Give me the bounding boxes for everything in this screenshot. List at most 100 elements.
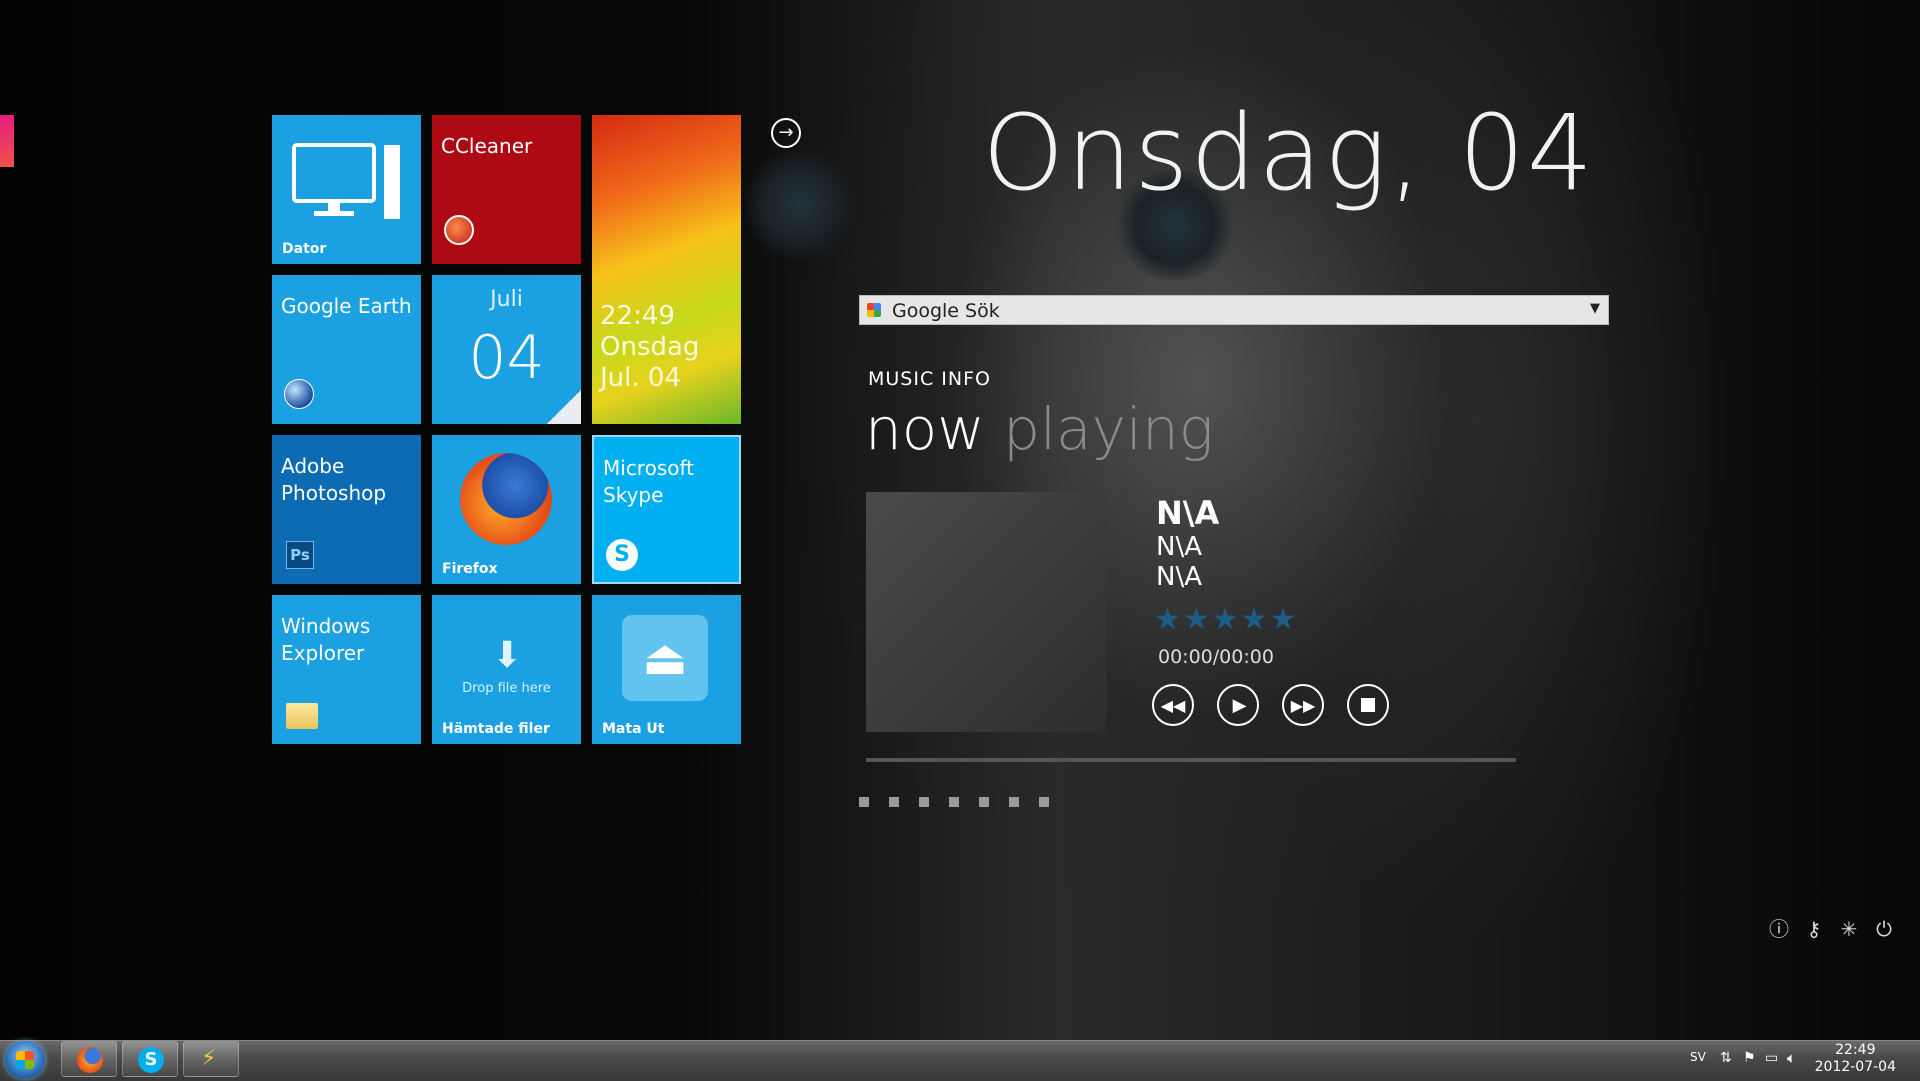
clock-tile-date: Jul. 04 xyxy=(600,363,681,393)
computer-icon xyxy=(292,143,400,219)
language-indicator[interactable]: SV xyxy=(1690,1050,1706,1064)
tile-title-line2: Skype xyxy=(603,483,664,507)
ccleaner-icon xyxy=(444,215,474,245)
calendar-month: Juli xyxy=(490,287,523,312)
lightning-icon: ⚡ xyxy=(201,1046,217,1071)
page-dot[interactable] xyxy=(889,797,899,807)
tile-calendar[interactable]: Juli 04 xyxy=(432,275,581,424)
display-icon[interactable]: ▭ xyxy=(1765,1050,1778,1066)
tile-windows-explorer[interactable]: Windows Explorer xyxy=(272,595,421,744)
track-album: N\A xyxy=(1156,562,1202,592)
tile-title-line2: Explorer xyxy=(281,641,365,665)
firefox-icon xyxy=(77,1047,103,1073)
tile-title: Microsoft Skype xyxy=(603,455,694,509)
taskbar-clock[interactable]: 22:49 2012-07-04 xyxy=(1815,1042,1896,1076)
info-icon[interactable]: ⓘ xyxy=(1768,918,1790,940)
google-search-bar[interactable]: Google Sök ▼ xyxy=(859,295,1609,325)
tile-title: Adobe Photoshop xyxy=(281,453,386,507)
settings-icon[interactable]: ✳ xyxy=(1838,918,1860,940)
play-icon: ▶ xyxy=(1232,694,1247,716)
track-title: N\A xyxy=(1156,494,1220,532)
search-label: Google Sök xyxy=(892,300,1000,322)
page-dot[interactable] xyxy=(859,797,869,807)
date-header: Onsdag, 04 xyxy=(982,92,1595,214)
skype-icon: S xyxy=(138,1047,164,1073)
tile-skype[interactable]: Microsoft Skype S xyxy=(592,435,741,584)
tile-google-earth[interactable]: Google Earth xyxy=(272,275,421,424)
key-icon[interactable]: ⚷ xyxy=(1803,918,1825,940)
music-info-label: MUSIC INFO xyxy=(868,368,991,390)
track-artist: N\A xyxy=(1156,532,1202,562)
stop-button[interactable] xyxy=(1347,684,1389,726)
page-indicator xyxy=(859,792,1069,811)
skype-icon: S xyxy=(606,539,638,571)
playing-word: playing xyxy=(1003,395,1214,463)
windows-logo-icon xyxy=(16,1051,34,1069)
page-dot[interactable] xyxy=(979,797,989,807)
page-dot[interactable] xyxy=(949,797,959,807)
arrow-right-icon: → xyxy=(778,122,794,143)
tile-eject[interactable]: ⏏ Mata Ut xyxy=(592,595,741,744)
clock-date: 2012-07-04 xyxy=(1814,1059,1896,1075)
tile-title-line1: Windows xyxy=(281,614,371,638)
flag-icon[interactable]: ⚑ xyxy=(1743,1050,1756,1066)
calendar-day: 04 xyxy=(468,323,545,393)
rating-stars[interactable]: ★★★★★ xyxy=(1154,602,1298,637)
download-arrow-icon: ⬇ xyxy=(492,635,523,676)
start-button[interactable] xyxy=(5,1041,45,1079)
rewind-button[interactable]: ◀◀ xyxy=(1152,684,1194,726)
tile-title-line2: Photoshop xyxy=(281,481,387,505)
stop-icon xyxy=(1361,698,1375,712)
google-earth-icon xyxy=(284,379,314,409)
taskbar-skype[interactable]: S xyxy=(122,1041,178,1077)
clock-time: 22:49 xyxy=(1835,1042,1876,1058)
play-button[interactable]: ▶ xyxy=(1217,684,1259,726)
wallpaper-eye-left xyxy=(740,150,860,260)
rewind-icon: ◀◀ xyxy=(1160,695,1186,715)
tile-title-line1: Adobe xyxy=(281,454,345,478)
volume-icon[interactable]: 🔈︎ xyxy=(1787,1049,1796,1067)
photoshop-icon: Ps xyxy=(286,541,314,569)
taskbar xyxy=(0,1040,1920,1081)
dropdown-arrow-icon[interactable]: ▼ xyxy=(1590,301,1600,316)
tile-downloads[interactable]: ⬇ Drop file here Hämtade filer xyxy=(432,595,581,744)
tile-caption: Firefox xyxy=(442,561,498,577)
clock-tile-text: 22:49 Onsdag Jul. 04 xyxy=(600,301,699,394)
clock-tile-time: 22:49 xyxy=(600,301,675,331)
page-dot[interactable] xyxy=(1009,797,1019,807)
tile-caption: Dator xyxy=(282,241,327,257)
power-icon[interactable]: ⏻ xyxy=(1873,918,1895,940)
network-icon[interactable]: ⇅ xyxy=(1720,1050,1732,1066)
page-dot[interactable] xyxy=(919,797,929,807)
tile-clock[interactable]: 22:49 Onsdag Jul. 04 xyxy=(592,115,741,424)
next-arrow-button[interactable]: → xyxy=(771,118,801,148)
taskbar-firefox[interactable] xyxy=(61,1041,117,1077)
firefox-icon xyxy=(460,453,552,545)
taskbar-app[interactable]: ⚡ xyxy=(183,1041,239,1077)
clock-tile-day: Onsdag xyxy=(600,332,700,362)
drop-file-text: Drop file here xyxy=(462,681,551,696)
tile-ccleaner[interactable]: CCleaner xyxy=(432,115,581,264)
tile-caption: Hämtade filer xyxy=(442,721,550,737)
tile-caption: Mata Ut xyxy=(602,721,665,737)
google-icon xyxy=(867,303,881,317)
fast-forward-button[interactable]: ▶▶ xyxy=(1282,684,1324,726)
album-art xyxy=(866,492,1106,732)
folder-icon xyxy=(286,703,318,729)
tile-dator[interactable]: Dator xyxy=(272,115,421,264)
tile-title-line1: Microsoft xyxy=(603,456,695,480)
page-dot[interactable] xyxy=(1039,797,1049,807)
fast-forward-icon: ▶▶ xyxy=(1290,695,1316,715)
tile-title: Google Earth xyxy=(281,294,412,318)
tile-title: CCleaner xyxy=(441,134,533,158)
track-time: 00:00/00:00 xyxy=(1158,646,1274,668)
track-progress-bar[interactable] xyxy=(866,758,1516,762)
now-word: now xyxy=(865,395,985,463)
now-playing-heading: now playing xyxy=(865,395,1214,463)
accent-bar xyxy=(0,115,14,167)
tile-photoshop[interactable]: Adobe Photoshop Ps xyxy=(272,435,421,584)
page-curl-icon xyxy=(547,390,581,424)
tile-title: Windows Explorer xyxy=(281,613,370,667)
eject-icon: ⏏ xyxy=(622,615,708,701)
tile-firefox[interactable]: Firefox xyxy=(432,435,581,584)
